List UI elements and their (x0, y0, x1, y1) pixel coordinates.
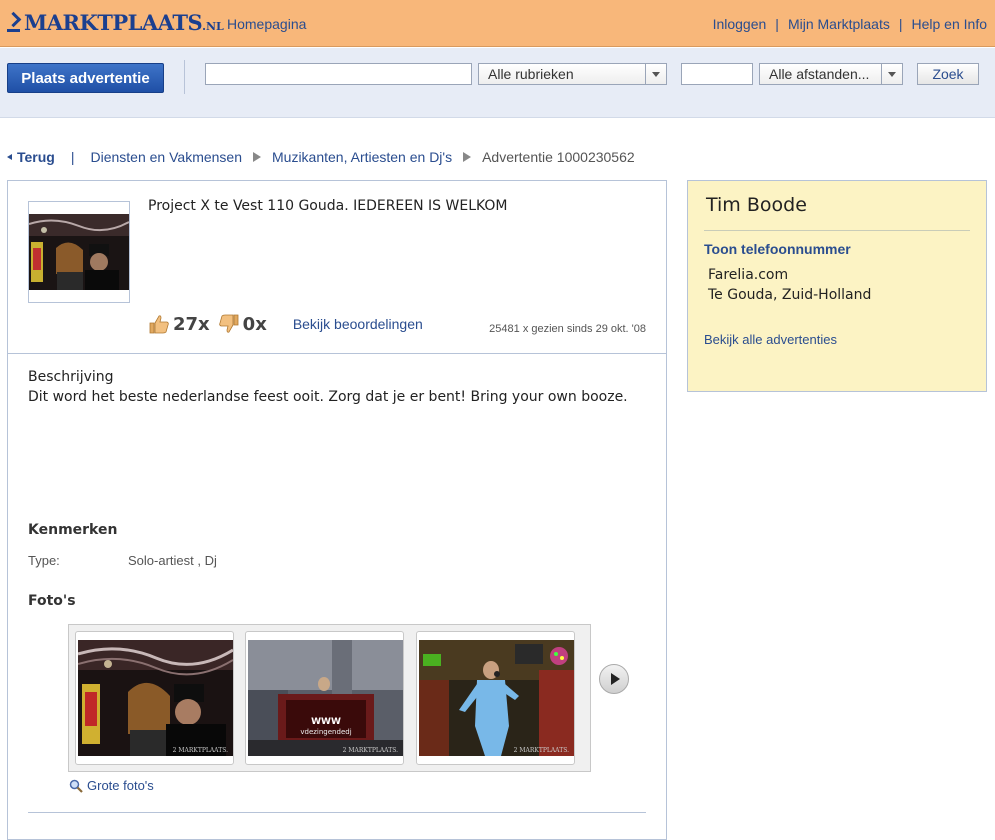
gallery-photo-2[interactable]: WWW vdezingendedj 2 MARKTPLAATS. (245, 631, 404, 765)
description-text: Dit word het beste nederlandse feest ooi… (28, 389, 628, 405)
chevron-down-icon (645, 64, 666, 84)
view-count: 25481 x gezien sinds 29 okt. '08 (489, 323, 646, 335)
ad-title: Project X te Vest 110 Gouda. IEDEREEN IS… (148, 198, 508, 214)
photos-heading: Foto's (28, 593, 76, 609)
party-photo-thumbnail (28, 214, 130, 290)
gallery-photo-1[interactable]: 2 MARKTPLAATS. (75, 631, 234, 765)
seller-name: Tim Boode (706, 194, 807, 216)
large-photos-label: Grote foto's (87, 778, 154, 793)
help-link[interactable]: Help en Info (912, 16, 988, 32)
likes-count: 27x (173, 313, 210, 335)
singer-photo: 2 MARKTPLAATS. (419, 640, 574, 756)
back-link[interactable]: Terug (17, 149, 55, 165)
type-label: Type: (28, 553, 60, 568)
category-select-value: Alle rubrieken (488, 66, 574, 82)
divider (184, 60, 185, 94)
photo-banner-text: WWW (311, 717, 341, 727)
marktplaats-logo[interactable]: MARKTPLAATS .NL (7, 9, 224, 35)
ad-thumbnail[interactable] (28, 201, 130, 303)
login-link[interactable]: Inloggen (713, 16, 767, 32)
dj-booth-photo: WWW vdezingendedj 2 MARKTPLAATS. (248, 640, 403, 756)
distance-select[interactable]: Alle afstanden... (759, 63, 903, 85)
watermark: 2 MARKTPLAATS. (514, 747, 569, 754)
divider (704, 230, 970, 231)
top-bar: MARKTPLAATS .NL Homepagina Inloggen | Mi… (0, 0, 995, 47)
my-marktplaats-link[interactable]: Mijn Marktplaats (788, 16, 890, 32)
seller-location: Te Gouda, Zuid-Holland (708, 287, 872, 303)
homepage-link[interactable]: Homepagina (227, 16, 306, 32)
top-links: Inloggen | Mijn Marktplaats | Help en In… (713, 16, 987, 32)
breadcrumb: Terug | Diensten en Vakmensen Muzikanten… (7, 149, 635, 165)
rating-bar: 27x 0x Bekijk beoordelingen (148, 313, 423, 335)
gallery-next-button[interactable] (599, 664, 629, 694)
chevron-down-icon (881, 64, 902, 84)
divider (8, 353, 666, 354)
breadcrumb-arrow-icon (463, 152, 472, 162)
divider (28, 812, 646, 813)
gallery-photo-3[interactable]: 2 MARKTPLAATS. (416, 631, 575, 765)
back-arrow-icon (7, 154, 12, 160)
search-bar: Plaats advertentie Alle rubrieken Alle a… (0, 48, 995, 118)
all-ads-link[interactable]: Bekijk alle advertenties (704, 332, 837, 347)
category-select[interactable]: Alle rubrieken (478, 63, 667, 85)
breadcrumb-current: Advertentie 1000230562 (482, 149, 635, 165)
watermark: 2 MARKTPLAATS. (173, 747, 228, 754)
show-phone-link[interactable]: Toon telefoonnummer (704, 241, 851, 257)
magnifier-icon (69, 779, 83, 793)
logo-suffix: .NL (202, 19, 224, 33)
large-photos-link[interactable]: Grote foto's (69, 778, 154, 793)
features-heading: Kenmerken (28, 522, 118, 538)
watermark: 2 MARKTPLAATS. (343, 747, 398, 754)
separator: | (70, 149, 75, 165)
description-heading: Beschrijving (28, 369, 114, 385)
breadcrumb-item-musicians[interactable]: Muzikanten, Artiesten en Dj's (272, 149, 452, 165)
thumbs-up-icon[interactable] (148, 313, 170, 335)
postcode-input[interactable] (681, 63, 753, 85)
separator: | (775, 16, 779, 32)
search-input[interactable] (205, 63, 472, 85)
breadcrumb-arrow-icon (253, 152, 261, 162)
dislikes-count: 0x (242, 313, 267, 335)
seller-website: Farelia.com (708, 267, 789, 283)
type-value: Solo-artiest , Dj (128, 553, 217, 568)
search-button[interactable]: Zoek (917, 63, 979, 85)
ad-panel: Project X te Vest 110 Gouda. IEDEREEN IS… (7, 180, 667, 840)
place-ad-button[interactable]: Plaats advertentie (7, 63, 164, 93)
logo-arrow-icon (7, 11, 21, 33)
distance-select-value: Alle afstanden... (769, 66, 870, 82)
logo-text: MARKTPLAATS (24, 9, 203, 35)
thumbs-down-icon[interactable] (218, 313, 240, 335)
photo-gallery: 2 MARKTPLAATS. WWW vdezingendedj 2 MARKT… (68, 624, 591, 772)
party-photo: 2 MARKTPLAATS. (77, 640, 234, 756)
view-ratings-link[interactable]: Bekijk beoordelingen (293, 316, 423, 332)
breadcrumb-item-services[interactable]: Diensten en Vakmensen (91, 149, 243, 165)
photo-banner-subtext: vdezingendedj (300, 728, 351, 736)
separator: | (898, 16, 903, 32)
seller-panel: Tim Boode Toon telefoonnummer Farelia.co… (687, 180, 987, 392)
